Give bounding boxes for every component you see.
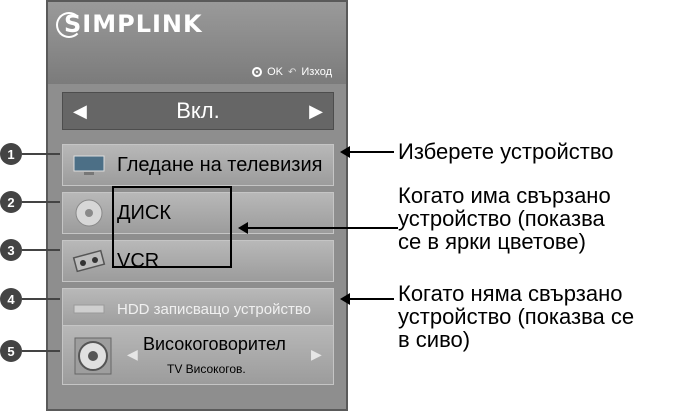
callout-select-device: Изберете устройство [398,139,614,164]
mode-selector[interactable]: ◀ Вкл. ▶ [62,92,334,130]
menu-item-watch-tv[interactable]: Гледане на телевизия [62,144,334,186]
hint-bar: OK ↶ Изход [252,66,332,78]
ok-hint-label: OK [267,66,283,78]
exit-icon: ↶ [287,66,297,78]
callout-connected-line-2: устройство (показва [398,206,605,231]
mode-label: Вкл. [176,98,220,123]
speaker-selector[interactable]: ◀ Високоговорител TV Високогов. ▶ [62,325,334,385]
exit-hint-label: Изход [301,66,332,78]
callout-line-3 [348,298,394,300]
lead-line-4 [22,298,60,300]
callout-connected-line-1: Когато има свързано [398,183,611,208]
tv-icon [67,149,111,181]
vcr-icon [67,245,111,277]
callout-not-connected: Когато няма свързано устройство (показва… [398,282,634,351]
callout-not-connected-line-1: Когато няма свързано [398,281,623,306]
panel-header: SIMPLINK OK ↶ Изход [48,2,346,84]
left-arrow-icon[interactable]: ◀ [73,101,87,122]
lead-line-5 [22,350,60,352]
simplink-title: SIMPLINK [64,10,203,38]
connected-devices-highlight [112,186,232,268]
menu-item-hdd[interactable]: HDD записващо устройство [62,288,334,330]
hdd-icon [67,293,111,325]
right-arrow-icon[interactable]: ▶ [309,101,323,122]
speaker-subtitle: TV Високогов. [167,362,246,376]
callout-connected: Когато има свързано устройство (показва … [398,184,611,253]
speaker-right-arrow-icon[interactable]: ▶ [311,346,322,363]
speaker-left-arrow-icon[interactable]: ◀ [127,346,138,363]
callout-line-1 [348,151,394,153]
item-label-hdd: HDD записващо устройство [117,300,311,318]
disc-icon [67,197,111,229]
number-badge-4: 4 [0,288,22,310]
speaker-icon [73,336,113,381]
callout-not-connected-line-3: в сиво) [398,327,471,352]
callout-not-connected-line-2: устройство (показва се [398,304,635,329]
lead-line-2 [22,201,60,203]
lead-line-1 [22,153,60,155]
item-label-watch-tv: Гледане на телевизия [117,153,323,176]
number-badge-3: 3 [0,239,22,261]
ok-icon [252,67,263,77]
callout-line-2 [246,227,398,229]
number-badge-1: 1 [0,143,22,165]
number-badge-2: 2 [0,191,22,213]
lead-line-3 [22,249,60,251]
number-badge-5: 5 [0,340,22,362]
speaker-title: Високоговорител [143,334,286,354]
callout-connected-line-3: се в ярки цветове) [398,229,586,254]
